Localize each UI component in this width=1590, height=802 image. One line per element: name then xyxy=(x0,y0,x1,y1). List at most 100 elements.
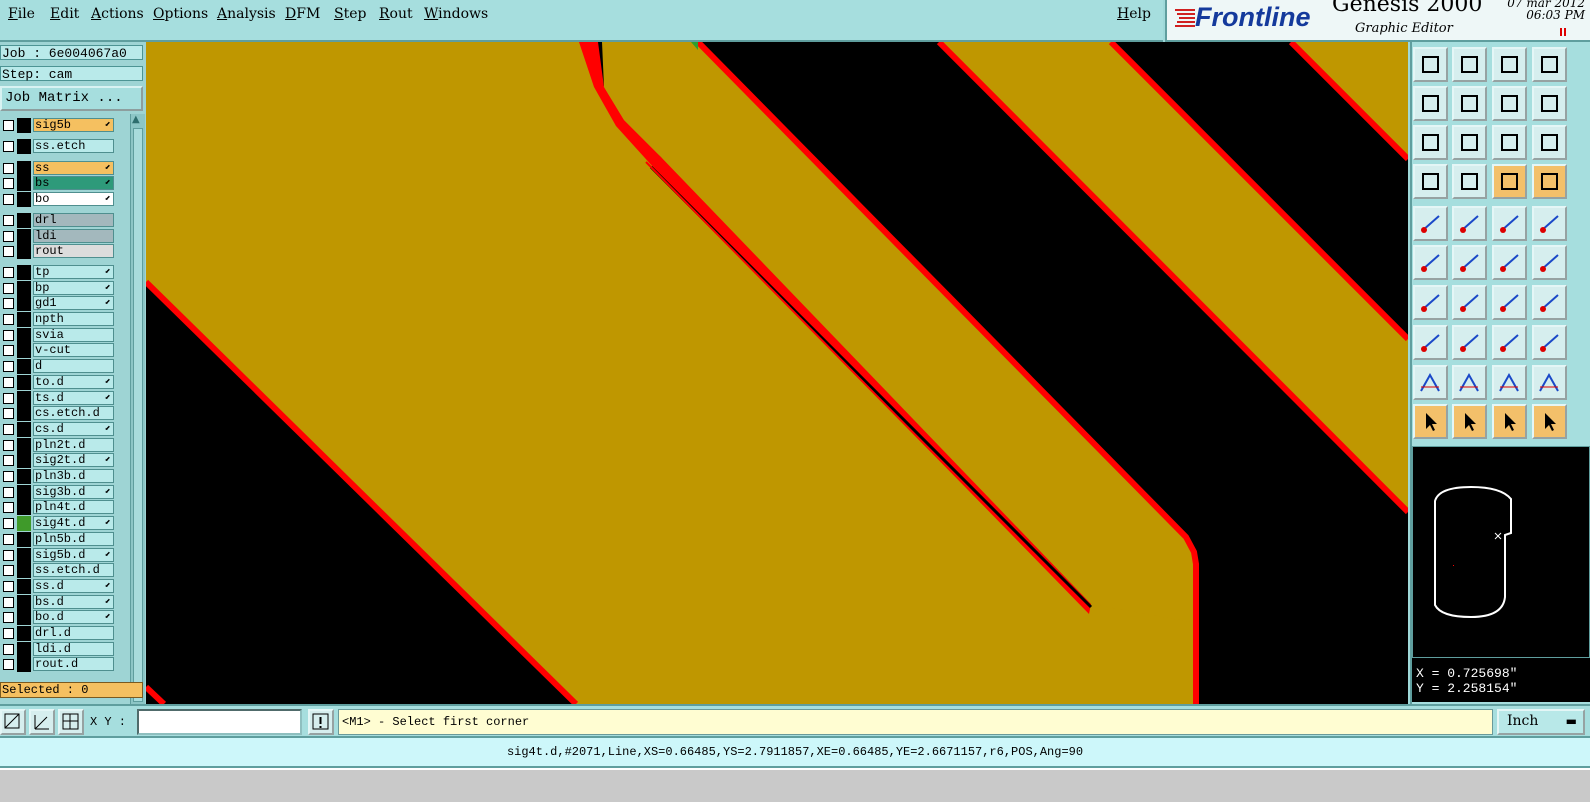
fit-half-button[interactable] xyxy=(1492,86,1527,121)
layer-name[interactable]: pln5b.d xyxy=(33,531,114,546)
layer-name[interactable]: sig2t.d ⬋ xyxy=(33,453,114,468)
fill-button[interactable] xyxy=(1532,325,1567,360)
layer-checkbox[interactable] xyxy=(3,376,14,388)
layer-row[interactable]: bp ⬋ xyxy=(0,280,118,296)
scale-1-2-button[interactable] xyxy=(1492,125,1527,160)
layer-checkbox[interactable] xyxy=(3,455,14,467)
pcb-artwork[interactable] xyxy=(146,42,1408,704)
zoom-center-button[interactable] xyxy=(1452,125,1487,160)
layer-color-swatch[interactable] xyxy=(17,280,31,296)
layer-color-swatch[interactable] xyxy=(17,610,31,626)
layer-checkbox[interactable] xyxy=(3,486,14,498)
layer-color-swatch[interactable] xyxy=(17,594,31,610)
layer-color-swatch[interactable] xyxy=(17,406,31,422)
layer-color-swatch[interactable] xyxy=(17,578,31,594)
snap-s-button[interactable] xyxy=(1532,86,1567,121)
layer-checkbox[interactable] xyxy=(3,565,14,577)
layer-color-swatch[interactable] xyxy=(17,312,31,327)
pointer-select-button[interactable] xyxy=(1452,404,1487,439)
layer-row[interactable]: ss.etch xyxy=(0,139,118,154)
layer-name[interactable]: ss ⬋ xyxy=(33,160,114,175)
layer-name[interactable]: pln4t.d xyxy=(33,500,114,515)
snap-button[interactable] xyxy=(0,709,26,735)
layer-name[interactable]: npth xyxy=(33,312,114,326)
layer-edit-button[interactable] xyxy=(1532,164,1567,199)
pan-left-button[interactable] xyxy=(1413,86,1448,121)
menu-analysis[interactable]: Analysis xyxy=(217,6,276,22)
layer-checkbox[interactable] xyxy=(3,612,14,624)
menu-actions[interactable]: Actions xyxy=(91,6,144,22)
layer-checkbox[interactable] xyxy=(3,580,14,592)
layer-name[interactable]: bo ⬋ xyxy=(33,192,114,207)
layer-name[interactable]: rout.d xyxy=(33,657,114,672)
layer-name[interactable]: ss.etch.d xyxy=(33,563,114,578)
scrollbar-thumb[interactable] xyxy=(133,128,143,702)
layer-name[interactable]: drl.d xyxy=(33,626,114,640)
layer-checkbox[interactable] xyxy=(3,162,14,174)
graphic-canvas[interactable] xyxy=(146,42,1408,704)
arc-b-button[interactable] xyxy=(1452,365,1487,400)
layer-name[interactable]: drl xyxy=(33,212,114,227)
pointer-button[interactable] xyxy=(1413,404,1448,439)
layer-color-swatch[interactable] xyxy=(17,359,31,375)
layer-color-swatch[interactable] xyxy=(17,390,31,406)
feature-probe-button[interactable] xyxy=(1452,164,1487,199)
layer-name[interactable]: cs.d ⬋ xyxy=(33,421,114,436)
layer-checkbox[interactable] xyxy=(3,659,14,671)
menu-dfm[interactable]: DFM xyxy=(285,6,320,22)
layer-checkbox[interactable] xyxy=(3,345,14,357)
layer-name[interactable]: d xyxy=(33,359,114,374)
layer-name[interactable]: gd1 ⬋ xyxy=(33,296,114,311)
layer-name[interactable]: pln2t.d xyxy=(33,437,114,452)
layer-row[interactable]: svia xyxy=(0,327,118,343)
layer-name[interactable]: tp ⬋ xyxy=(33,264,114,279)
layer-color-swatch[interactable] xyxy=(17,139,31,154)
layer-name[interactable]: ldi.d xyxy=(33,641,114,656)
layer-color-swatch[interactable] xyxy=(17,500,31,516)
layer-name[interactable]: bo.d ⬋ xyxy=(33,610,114,625)
layer-checkbox[interactable] xyxy=(3,392,14,404)
layer-row[interactable]: tp ⬋ xyxy=(0,264,118,280)
menu-rout[interactable]: Rout xyxy=(379,6,413,22)
layer-row[interactable]: gd1 ⬋ xyxy=(0,296,118,312)
layer-row[interactable]: bs.d ⬋ xyxy=(0,594,118,610)
layer-row[interactable]: ldi xyxy=(0,228,118,244)
layer-checkbox[interactable] xyxy=(3,533,14,545)
layer-row[interactable]: sig3b.d ⬋ xyxy=(0,484,118,500)
layer-color-swatch[interactable] xyxy=(17,437,31,453)
layer-row[interactable]: d xyxy=(0,359,118,375)
layer-row[interactable]: sig2t.d ⬋ xyxy=(0,453,118,469)
menu-step[interactable]: Step xyxy=(334,6,366,22)
layer-row[interactable]: cs.d ⬋ xyxy=(0,421,118,437)
layer-select-button[interactable] xyxy=(1492,164,1527,199)
layer-name[interactable]: sig5b.d ⬋ xyxy=(33,547,114,562)
layer-checkbox[interactable] xyxy=(3,178,14,190)
layer-color-swatch[interactable] xyxy=(17,160,31,176)
layer-row[interactable]: ss ⬋ xyxy=(0,160,118,176)
layer-checkbox[interactable] xyxy=(3,141,14,152)
layer-checkbox[interactable] xyxy=(3,502,14,514)
layer-row[interactable]: sig5b.d ⬋ xyxy=(0,547,118,563)
layer-row[interactable]: drl.d xyxy=(0,626,118,641)
layer-checkbox[interactable] xyxy=(3,230,14,242)
layer-name[interactable]: bs.d ⬋ xyxy=(33,594,114,609)
layer-color-swatch[interactable] xyxy=(17,264,31,280)
arc-c-button[interactable] xyxy=(1492,365,1527,400)
layer-color-swatch[interactable] xyxy=(17,192,31,208)
extend-button[interactable] xyxy=(1532,245,1567,280)
measure-ruler-button[interactable] xyxy=(1492,206,1527,241)
copy-shape-button[interactable] xyxy=(1452,206,1487,241)
layer-row[interactable]: bo.d ⬋ xyxy=(0,610,118,626)
pan-right-button[interactable] xyxy=(1452,86,1487,121)
layer-row[interactable]: sig4t.d ⬋ xyxy=(0,516,118,532)
rotate-button[interactable] xyxy=(1492,285,1527,320)
arc-d-button[interactable] xyxy=(1532,365,1567,400)
layer-row[interactable]: pln3b.d xyxy=(0,469,118,484)
layer-color-swatch[interactable] xyxy=(17,296,31,312)
mirror-f-button[interactable] xyxy=(1532,285,1567,320)
layer-name[interactable]: sig3b.d ⬋ xyxy=(33,484,114,499)
layer-checkbox[interactable] xyxy=(3,298,14,310)
job-matrix-button[interactable]: Job Matrix ... xyxy=(0,86,143,111)
layer-row[interactable]: cs.etch.d xyxy=(0,406,118,422)
layer-color-swatch[interactable] xyxy=(17,547,31,563)
